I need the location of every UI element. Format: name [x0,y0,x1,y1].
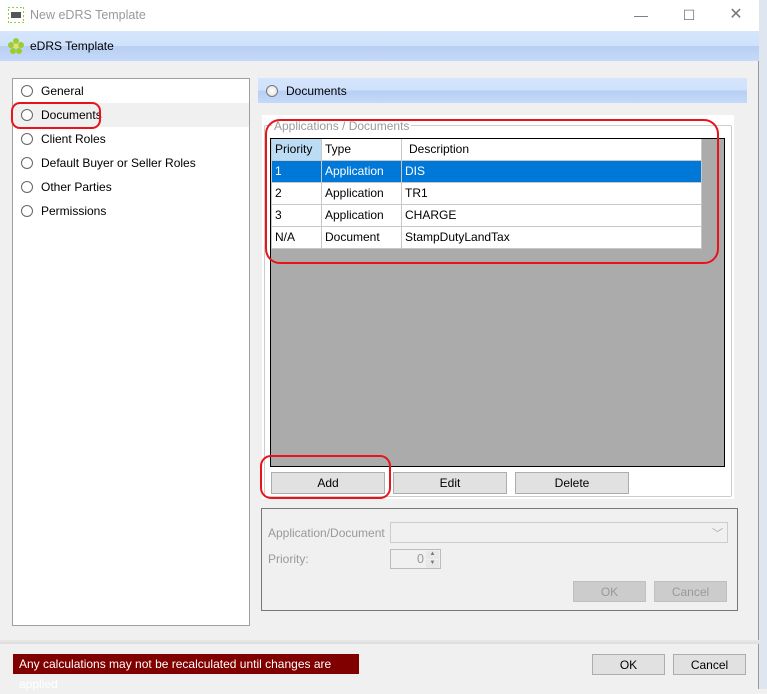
radio-icon [21,133,33,145]
priority-label: Priority: [268,552,309,566]
radio-icon [21,181,33,193]
background-window [759,0,767,689]
app-doc-label: Application/Document [268,526,385,540]
nav-label: Permissions [41,204,107,218]
radio-icon [21,109,33,121]
title-bar: New eDRS Template — ☐ ✕ [0,0,759,31]
minimize-button[interactable]: — [618,4,664,26]
section-header: Documents [258,78,747,103]
close-button[interactable]: ✕ [713,4,759,26]
app-icon [8,7,24,23]
maximize-button[interactable]: ☐ [666,4,712,26]
column-priority[interactable]: Priority [271,139,322,161]
documents-table: Priority Type Description 1 Application DI… [271,139,702,249]
nav-label: Other Parties [41,180,112,194]
nav-panel: General Documents Client Roles Default B… [12,78,250,626]
documents-grid[interactable]: Priority Type Description 1 Application DI… [270,138,725,467]
header-band: eDRS Template [0,31,759,61]
cell-priority: N/A [271,225,322,249]
flower-icon [8,38,24,54]
nav-label: Documents [41,108,102,122]
table-row[interactable]: 1 Application DIS [271,159,702,183]
section-title: Documents [286,83,347,98]
radio-icon [21,85,33,97]
add-button[interactable]: Add [271,472,385,494]
app-doc-dropdown[interactable]: ﹀ [390,522,728,543]
cell-type: Application [321,203,402,227]
column-type[interactable]: Type [321,139,402,161]
chevron-down-icon: ﹀ [712,528,723,540]
radio-icon [266,84,278,97]
footer-divider [0,640,759,644]
editor-ok-button[interactable]: OK [573,581,646,602]
spin-down-icon[interactable]: ▼ [426,560,439,568]
table-header: Priority Type Description [271,139,702,161]
cell-type: Application [321,181,402,205]
delete-button[interactable]: Delete [515,472,629,494]
table-row[interactable]: 2 Application TR1 [271,181,702,205]
nav-label: Default Buyer or Seller Roles [41,156,196,170]
nav-label: Client Roles [41,132,106,146]
ok-button[interactable]: OK [592,654,665,675]
dialog-window: New eDRS Template — ☐ ✕ eDRS Template Ge… [0,0,759,691]
priority-value: 0 [417,552,424,566]
nav-item-permissions[interactable]: Permissions [13,199,249,223]
table-row[interactable]: N/A Document StampDutyLandTax [271,225,702,249]
cell-type: Document [321,225,402,249]
cell-description: StampDutyLandTax [401,225,702,249]
warning-banner: Any calculations may not be recalculated… [13,654,359,691]
cell-priority: 3 [271,203,322,227]
nav-item-other-parties[interactable]: Other Parties [13,175,249,199]
edit-button[interactable]: Edit [393,472,507,494]
cell-priority: 1 [271,159,322,183]
spin-up-icon[interactable]: ▲ [426,551,439,559]
cell-type: Application [321,159,402,183]
radio-icon [21,205,33,217]
header-title: eDRS Template [30,39,114,53]
column-description[interactable]: Description [401,139,702,161]
cell-description: TR1 [401,181,702,205]
nav-label: General [41,84,84,98]
group-label: Applications / Documents [272,119,412,133]
nav-item-documents[interactable]: Documents [13,103,249,127]
window-title: New eDRS Template [30,8,146,22]
nav-item-default-roles[interactable]: Default Buyer or Seller Roles [13,151,249,175]
cell-description: CHARGE [401,203,702,227]
cancel-button[interactable]: Cancel [673,654,746,675]
nav-item-general[interactable]: General [13,79,249,103]
editor-cancel-button[interactable]: Cancel [654,581,727,602]
priority-stepper[interactable]: 0 ▲ ▼ [390,549,441,569]
cell-priority: 2 [271,181,322,205]
cell-description: DIS [401,159,702,183]
nav-item-client-roles[interactable]: Client Roles [13,127,249,151]
radio-icon [21,157,33,169]
table-row[interactable]: 3 Application CHARGE [271,203,702,227]
